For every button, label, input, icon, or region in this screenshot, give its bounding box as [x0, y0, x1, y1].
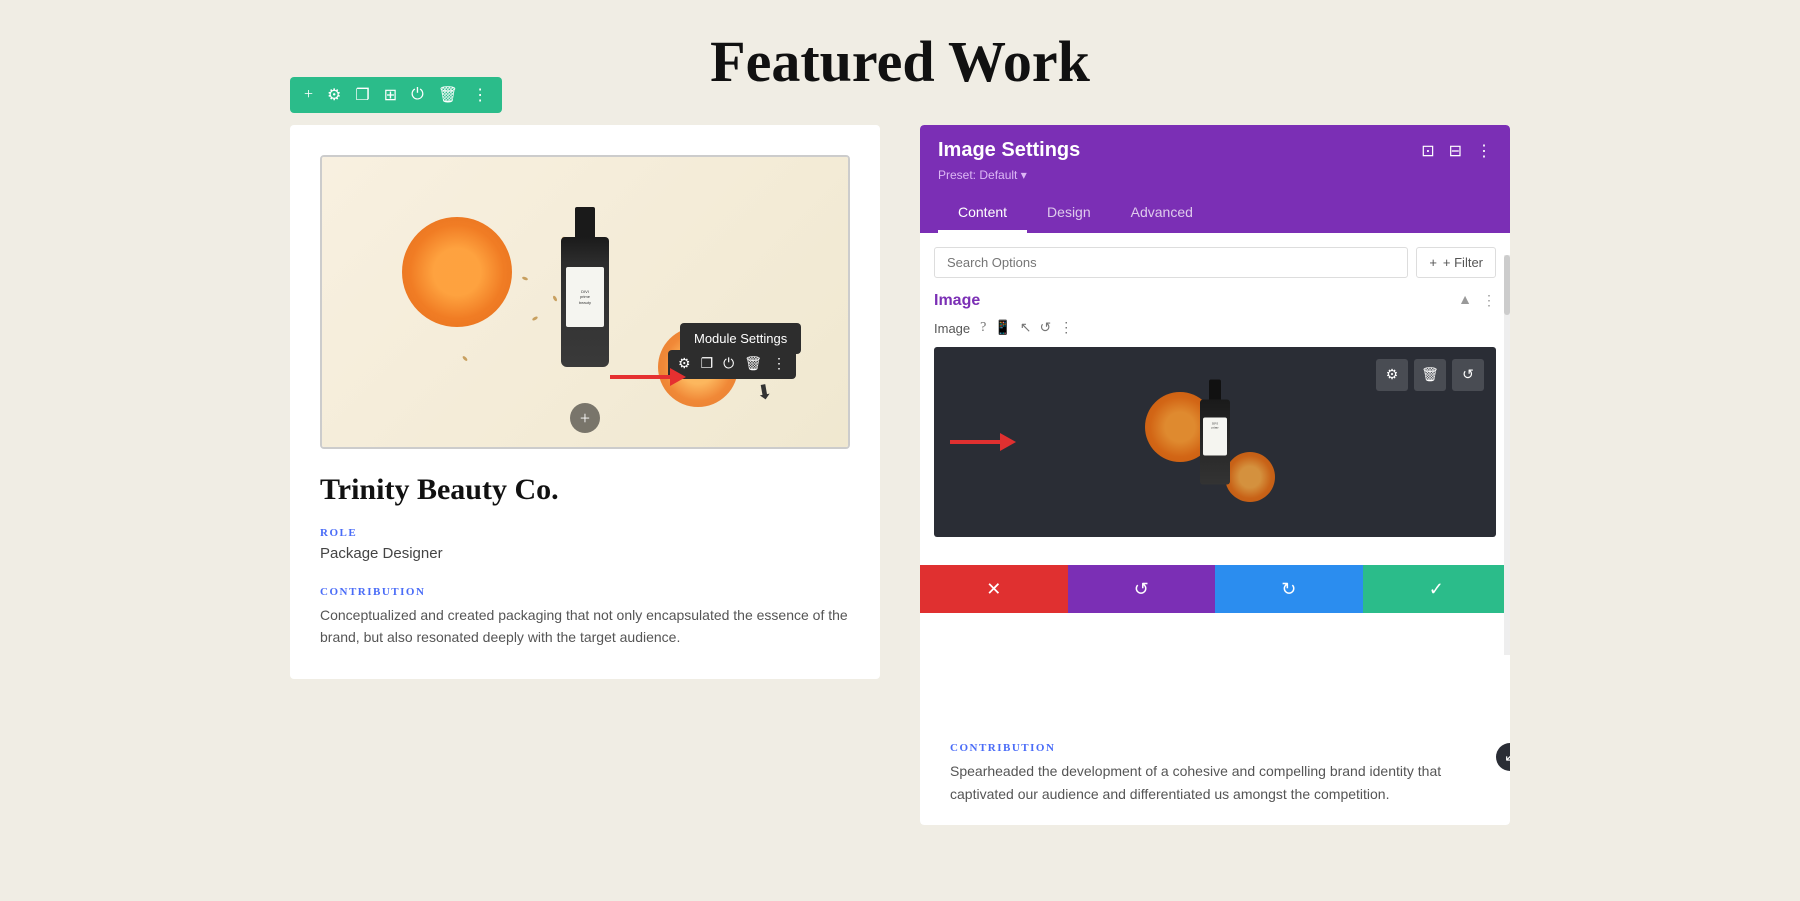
settings-title: Image Settings [938, 139, 1080, 162]
image-options-label: Image [934, 321, 970, 336]
grid-tool-icon[interactable]: ⊞ [384, 85, 397, 105]
preview-toolbar: ⚙ 🗑 ↺ [1376, 359, 1484, 391]
duplicate-tool-icon[interactable]: ❐ [355, 85, 369, 105]
image-inline-toolbar: ⚙ ❐ ⏻ 🗑 ⋮ [668, 350, 796, 379]
settings-header: Image Settings ⊡ ⊟ ⋮ Preset: Default ▾ C… [920, 125, 1510, 233]
mobile-icon[interactable]: 📱 [994, 320, 1011, 337]
filter-plus-icon: + [1429, 255, 1437, 270]
orange-slice-decoration [402, 217, 512, 327]
power-tool-icon[interactable]: ⏻ [411, 86, 424, 104]
settings-columns-icon[interactable]: ⊟ [1449, 141, 1462, 161]
search-filter-row: + + Filter [934, 247, 1496, 278]
module-settings-tooltip: Module Settings [680, 323, 801, 354]
image-section-title: Image [934, 292, 980, 310]
settings-resize-icon[interactable]: ⊡ [1421, 141, 1434, 161]
collapse-icon[interactable]: ▲ [1458, 293, 1472, 309]
contribution-label: CONTRIBUTION [320, 586, 850, 598]
settings-header-top: Image Settings ⊡ ⊟ ⋮ [938, 139, 1492, 162]
image-preview-area: DIVIprime ⚙ 🗑 ↺ [934, 347, 1496, 537]
page-title: Featured Work [0, 0, 1800, 125]
role-label: ROLE [320, 527, 850, 539]
contribution-text: Conceptualized and created packaging tha… [320, 604, 850, 649]
settings-more-icon[interactable]: ⋮ [1476, 141, 1492, 161]
settings-header-icons: ⊡ ⊟ ⋮ [1421, 141, 1492, 161]
preview-delete-btn[interactable]: 🗑 [1414, 359, 1446, 391]
tab-design[interactable]: Design [1027, 194, 1111, 233]
preview-undo-btn[interactable]: ↺ [1452, 359, 1484, 391]
scrollbar-thumb [1504, 255, 1510, 315]
settings-panel: Image Settings ⊡ ⊟ ⋮ Preset: Default ▾ C… [920, 125, 1510, 825]
settings-body: + + Filter Image ▲ ⋮ [920, 233, 1510, 565]
undo-button[interactable]: ↺ [1068, 565, 1216, 613]
page-container: Featured Work + ⚙ ❐ ⊞ ⏻ 🗑 ⋮ Module Setti… [0, 0, 1800, 901]
image-options-icons: ? 📱 ↖ ↺ ⋮ [980, 320, 1073, 337]
content-area: + ⚙ ❐ ⊞ ⏻ 🗑 ⋮ Module Settings ⚙ ❐ ⏻ [0, 125, 1800, 825]
search-options-input[interactable] [934, 247, 1408, 278]
module-toolbar: + ⚙ ❐ ⊞ ⏻ 🗑 ⋮ [290, 77, 502, 113]
image-section-header: Image ▲ ⋮ [934, 292, 1496, 310]
image-delete-icon[interactable]: 🗑 [744, 356, 762, 373]
redo-button[interactable]: ↻ [1215, 565, 1363, 613]
cursor-icon[interactable]: ↖ [1020, 320, 1032, 337]
delete-tool-icon[interactable]: 🗑 [438, 85, 458, 105]
image-more-icon[interactable]: ⋮ [772, 356, 786, 373]
right-card-wrapper: Image Settings ⊡ ⊟ ⋮ Preset: Default ▾ C… [920, 125, 1510, 825]
right-card: Image Settings ⊡ ⊟ ⋮ Preset: Default ▾ C… [920, 125, 1510, 825]
tab-advanced[interactable]: Advanced [1111, 194, 1213, 233]
right-contribution-label: CONTRIBUTION [950, 742, 1480, 754]
add-tool-icon[interactable]: + [304, 86, 313, 104]
cancel-button[interactable]: ✕ [920, 565, 1068, 613]
image-duplicate-icon[interactable]: ❐ [701, 356, 714, 373]
confirm-button[interactable]: ✓ [1363, 565, 1511, 613]
bottle-product: DIVIprimebeauty [561, 237, 609, 367]
card-title: Trinity Beauty Co. [320, 473, 850, 507]
panel-scrollbar[interactable] [1504, 255, 1510, 655]
settings-tabs: Content Design Advanced [938, 194, 1492, 233]
left-card-wrapper: + ⚙ ❐ ⊞ ⏻ 🗑 ⋮ Module Settings ⚙ ❐ ⏻ [290, 125, 880, 825]
preview-product-container: DIVIprime [1125, 362, 1305, 522]
image-section-icons: ▲ ⋮ [1458, 293, 1496, 310]
role-value: Package Designer [320, 545, 850, 562]
section-more-icon[interactable]: ⋮ [1482, 293, 1496, 310]
preview-settings-btn[interactable]: ⚙ [1376, 359, 1408, 391]
left-card: Module Settings ⚙ ❐ ⏻ 🗑 ⋮ ⬇ [290, 125, 880, 679]
filter-button[interactable]: + + Filter [1416, 247, 1496, 278]
right-contribution-text: Spearheaded the development of a cohesiv… [950, 760, 1480, 805]
action-buttons: ✕ ↺ ↻ ✓ [920, 565, 1510, 613]
red-arrow-right [950, 433, 1016, 451]
help-icon[interactable]: ? [980, 320, 986, 337]
image-plus-button[interactable]: + [570, 403, 600, 433]
settings-preset[interactable]: Preset: Default ▾ [938, 168, 1492, 182]
rotate-icon[interactable]: ↺ [1040, 320, 1052, 337]
product-image-container: DIVIprimebeauty + [320, 155, 850, 449]
settings-tool-icon[interactable]: ⚙ [327, 85, 341, 105]
image-power-icon[interactable]: ⏻ [723, 357, 734, 373]
more-tool-icon[interactable]: ⋮ [472, 85, 488, 105]
red-arrow-left [610, 368, 686, 386]
options-more-icon[interactable]: ⋮ [1059, 320, 1073, 337]
preview-orange-2 [1225, 452, 1275, 502]
preview-bottle: DIVIprime [1200, 400, 1230, 485]
right-card-bottom-content: CONTRIBUTION Spearheaded the development… [920, 722, 1510, 825]
tab-content[interactable]: Content [938, 194, 1027, 233]
image-options-row: Image ? 📱 ↖ ↺ ⋮ [934, 320, 1496, 337]
